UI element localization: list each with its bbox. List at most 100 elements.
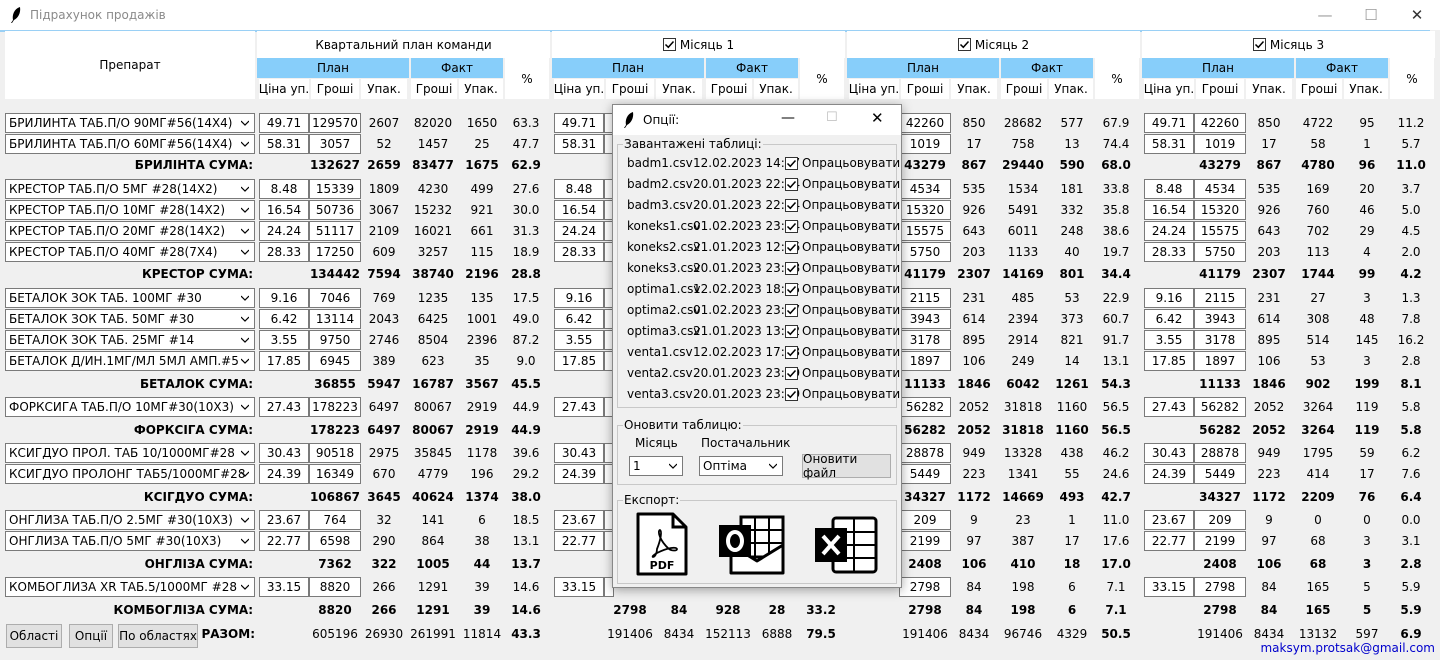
regions-button[interactable]: Області xyxy=(6,624,62,648)
price-entry[interactable]: 17.85 xyxy=(259,351,309,371)
product-select[interactable]: БЕТАЛОК Д/ИН.1МГ/МЛ 5МЛ АМП.#5 xyxy=(5,351,255,371)
price-entry[interactable]: 16.54 xyxy=(1144,200,1194,220)
price-entry[interactable]: 22.77 xyxy=(259,531,309,551)
price-entry[interactable]: 3.55 xyxy=(259,330,309,350)
money-entry[interactable]: 4534 xyxy=(899,179,951,199)
price-entry[interactable]: 22.77 xyxy=(1144,531,1194,551)
process-checkbox-box[interactable] xyxy=(785,177,798,191)
price-entry[interactable]: 22.77 xyxy=(554,531,604,551)
price-entry[interactable]: 33.15 xyxy=(554,577,604,597)
dialog-maximize-button[interactable]: ☐ xyxy=(826,110,838,125)
product-select[interactable]: КРЕСТОР ТАБ.П/О 40МГ #28(7Х4) xyxy=(5,242,255,262)
money-entry[interactable]: 50736 xyxy=(309,200,361,220)
money-entry[interactable]: 1019 xyxy=(1194,134,1246,154)
money-entry[interactable]: 3178 xyxy=(899,330,951,350)
money-entry[interactable]: 9750 xyxy=(309,330,361,350)
price-entry[interactable]: 3.55 xyxy=(1144,330,1194,350)
price-entry[interactable]: 49.71 xyxy=(259,113,309,133)
price-entry[interactable]: 24.39 xyxy=(1144,464,1194,484)
product-select[interactable]: ОНГЛИЗА ТАБ.П/О 5МГ #30(10Х3) xyxy=(5,531,255,551)
price-entry[interactable]: 24.24 xyxy=(259,221,309,241)
process-checkbox-box[interactable] xyxy=(785,240,798,254)
minimize-button[interactable]: — xyxy=(1302,0,1348,30)
price-entry[interactable]: 24.39 xyxy=(554,464,604,484)
money-entry[interactable]: 4534 xyxy=(1194,179,1246,199)
money-entry[interactable]: 15575 xyxy=(1194,221,1246,241)
price-entry[interactable]: 8.48 xyxy=(1144,179,1194,199)
money-entry[interactable]: 5449 xyxy=(1194,464,1246,484)
money-entry[interactable]: 17250 xyxy=(309,242,361,262)
price-entry[interactable]: 9.16 xyxy=(259,288,309,308)
price-entry[interactable]: 28.33 xyxy=(1144,242,1194,262)
price-entry[interactable]: 27.43 xyxy=(554,397,604,417)
price-entry[interactable]: 6.42 xyxy=(1144,309,1194,329)
maximize-button[interactable]: ☐ xyxy=(1348,0,1394,30)
money-entry[interactable]: 3178 xyxy=(1194,330,1246,350)
price-entry[interactable]: 49.71 xyxy=(1144,113,1194,133)
money-entry[interactable]: 2115 xyxy=(899,288,951,308)
money-entry[interactable]: 28878 xyxy=(899,443,951,463)
product-select[interactable]: КРЕСТОР ТАБ.П/О 5МГ #28(14Х2) xyxy=(5,179,255,199)
money-entry[interactable]: 13114 xyxy=(309,309,361,329)
money-entry[interactable]: 90518 xyxy=(309,443,361,463)
price-entry[interactable]: 6.42 xyxy=(554,309,604,329)
dialog-close-button[interactable]: ✕ xyxy=(871,109,884,127)
product-select[interactable]: БЕТАЛОК ЗОК ТАБ. 25МГ #14 xyxy=(5,330,255,350)
money-entry[interactable]: 15339 xyxy=(309,179,361,199)
product-select[interactable]: ОНГЛИЗА ТАБ.П/О 2.5МГ #30(10Х3) xyxy=(5,510,255,530)
price-entry[interactable]: 27.43 xyxy=(259,397,309,417)
money-entry[interactable]: 6945 xyxy=(309,351,361,371)
product-select[interactable]: КСИГДУО ПРОЛОНГ ТАБ5/1000МГ#28 xyxy=(5,464,255,484)
price-entry[interactable]: 3.55 xyxy=(554,330,604,350)
process-checkbox-box[interactable] xyxy=(785,324,798,338)
process-checkbox[interactable]: Опрацьовувати xyxy=(785,177,900,191)
money-entry[interactable]: 6598 xyxy=(309,531,361,551)
money-entry[interactable]: 42260 xyxy=(899,113,951,133)
money-entry[interactable]: 2798 xyxy=(899,577,951,597)
month1-header-checkbox[interactable] xyxy=(662,38,676,51)
money-entry[interactable]: 129570 xyxy=(309,113,361,133)
price-entry[interactable]: 30.43 xyxy=(259,443,309,463)
process-checkbox-box[interactable] xyxy=(785,261,798,275)
price-entry[interactable]: 58.31 xyxy=(1144,134,1194,154)
process-checkbox[interactable]: Опрацьовувати xyxy=(785,198,900,212)
process-checkbox-box[interactable] xyxy=(785,198,798,212)
supplier-select[interactable]: Оптіма xyxy=(699,456,783,476)
price-entry[interactable]: 58.31 xyxy=(554,134,604,154)
dialog-minimize-button[interactable]: — xyxy=(781,110,795,126)
process-checkbox-box[interactable] xyxy=(785,366,798,380)
product-select[interactable]: БРИЛИНТА ТАБ.П/О 90МГ#56(14Х4) xyxy=(5,113,255,133)
money-entry[interactable]: 1897 xyxy=(1194,351,1246,371)
money-entry[interactable]: 7046 xyxy=(309,288,361,308)
process-checkbox[interactable]: Опрацьовувати xyxy=(785,282,900,296)
price-entry[interactable]: 8.48 xyxy=(259,179,309,199)
money-entry[interactable]: 56282 xyxy=(899,397,951,417)
price-entry[interactable]: 16.54 xyxy=(259,200,309,220)
price-entry[interactable]: 49.71 xyxy=(554,113,604,133)
by-regions-button[interactable]: По областях xyxy=(118,624,198,648)
money-entry[interactable]: 1897 xyxy=(899,351,951,371)
options-button[interactable]: Опції xyxy=(69,624,113,648)
price-entry[interactable]: 17.85 xyxy=(554,351,604,371)
money-entry[interactable]: 15320 xyxy=(1194,200,1246,220)
process-checkbox-box[interactable] xyxy=(785,345,798,359)
process-checkbox-box[interactable] xyxy=(785,282,798,296)
process-checkbox-box[interactable] xyxy=(785,387,798,401)
price-entry[interactable]: 23.67 xyxy=(259,510,309,530)
money-entry[interactable]: 2199 xyxy=(1194,531,1246,551)
product-select[interactable]: БЕТАЛОК ЗОК ТАБ. 50МГ #30 xyxy=(5,309,255,329)
process-checkbox-box[interactable] xyxy=(785,303,798,317)
price-entry[interactable]: 28.33 xyxy=(554,242,604,262)
money-entry[interactable]: 209 xyxy=(1194,510,1246,530)
price-entry[interactable]: 23.67 xyxy=(1144,510,1194,530)
money-entry[interactable]: 15575 xyxy=(899,221,951,241)
month3-header[interactable]: Місяць 3 xyxy=(1142,31,1435,58)
product-select[interactable]: ФОРКСИГА ТАБ.П/О 10МГ#30(10Х3) xyxy=(5,397,255,417)
price-entry[interactable]: 30.43 xyxy=(1144,443,1194,463)
money-entry[interactable]: 2115 xyxy=(1194,288,1246,308)
price-entry[interactable]: 8.48 xyxy=(554,179,604,199)
month1-header[interactable]: Місяць 1 xyxy=(552,31,845,58)
process-checkbox[interactable]: Опрацьовувати xyxy=(785,366,900,380)
email-link[interactable]: maksym.protsak@gmail.com xyxy=(1260,638,1435,658)
money-entry[interactable]: 16349 xyxy=(309,464,361,484)
